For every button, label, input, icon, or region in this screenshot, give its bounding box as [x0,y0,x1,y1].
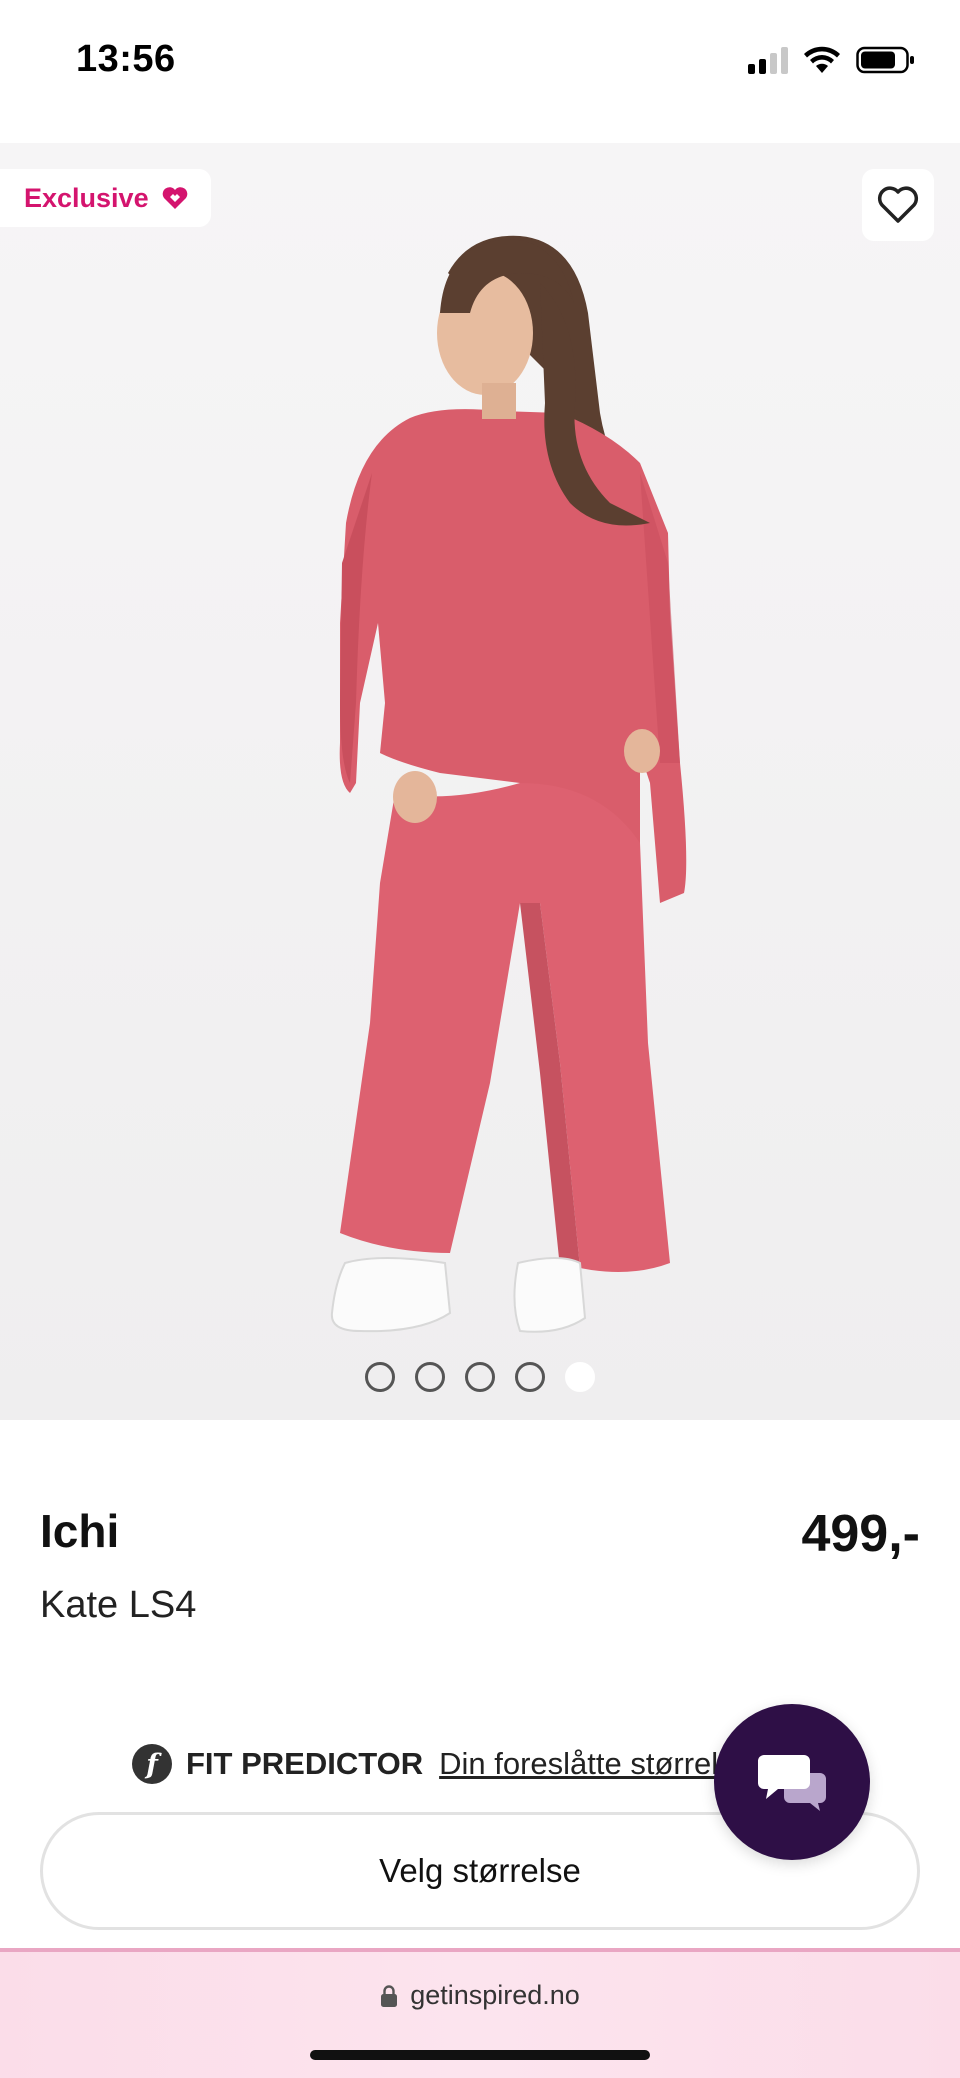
suggested-size-link[interactable]: Din foreslåtte størrelse [439,1746,751,1782]
wishlist-button[interactable] [862,169,934,241]
carousel-dot[interactable] [515,1362,545,1392]
carousel-dot[interactable] [465,1362,495,1392]
browser-url-bar[interactable]: getinspired.no [0,1948,960,2078]
wifi-icon [804,46,840,73]
carousel-dot[interactable] [365,1362,395,1392]
heart-outline-icon [877,186,919,223]
status-icons [748,44,916,76]
home-indicator[interactable] [310,2050,650,2060]
exclusive-badge-label: Exclusive [24,182,149,213]
cellular-signal-icon [748,46,788,74]
url-text: getinspired.no [410,1980,580,2010]
heart-icon [162,187,187,209]
product-image-carousel[interactable]: Exclusive [0,143,960,1420]
lock-icon [381,1984,398,2007]
status-bar: 13:56 [0,0,960,120]
status-time: 13:56 [76,38,176,80]
fit-predictor-logo-icon: f [132,1744,172,1784]
chat-button[interactable] [714,1704,870,1860]
carousel-dot[interactable] [415,1362,445,1392]
exclusive-badge: Exclusive [0,169,211,227]
fit-predictor-title: FIT PREDICTOR [186,1746,424,1781]
battery-icon [856,46,914,74]
product-photo [0,143,960,1420]
url-bar-divider [0,1948,960,1952]
product-price: 499,- [801,1505,920,1563]
url-content[interactable]: getinspired.no [0,1980,960,2011]
product-name: Kate LS4 [40,1584,197,1626]
carousel-pagination [0,1362,960,1392]
chat-bubbles-icon [758,1755,826,1811]
product-brand[interactable]: Ichi [40,1504,119,1558]
carousel-dot-active[interactable] [565,1362,595,1392]
fit-predictor: f FIT PREDICTOR Din foreslåtte størrelse [132,1742,751,1786]
